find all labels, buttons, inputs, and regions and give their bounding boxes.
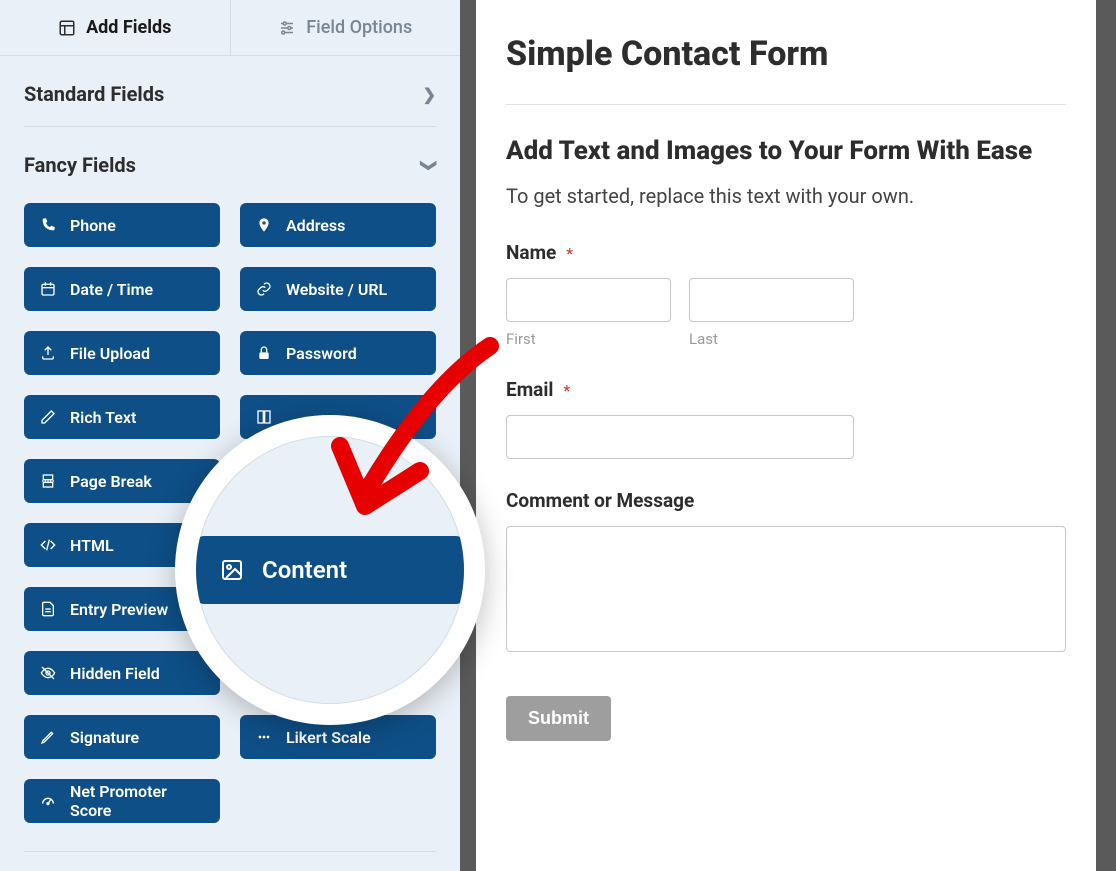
field-likert-label: Likert Scale (286, 728, 371, 747)
email-field-block: Email * (506, 378, 1066, 459)
form-title: Simple Contact Form (506, 34, 1066, 105)
form-preview: Simple Contact Form Add Text and Images … (476, 0, 1096, 871)
name-label: Name (506, 241, 556, 264)
field-file-upload-label: File Upload (70, 344, 150, 363)
field-address[interactable]: Address (240, 203, 436, 247)
section-divider (24, 851, 436, 852)
phone-icon (40, 217, 56, 233)
field-hidden-label: Hidden Field (70, 664, 160, 683)
submit-button[interactable]: Submit (506, 696, 611, 741)
email-label: Email (506, 378, 553, 401)
field-rich-text[interactable]: Rich Text (24, 395, 220, 439)
code-icon (40, 537, 56, 553)
comment-label: Comment or Message (506, 489, 1066, 512)
section-fancy-title: Fancy Fields (24, 153, 136, 177)
content-block-heading: Add Text and Images to Your Form With Ea… (506, 135, 1066, 168)
link-icon (256, 281, 272, 297)
section-fancy-fields[interactable]: Fancy Fields ❯ (24, 127, 436, 197)
last-name-input[interactable] (689, 278, 854, 322)
first-name-input[interactable] (506, 278, 671, 322)
field-website[interactable]: Website / URL (240, 267, 436, 311)
comment-field-block: Comment or Message (506, 489, 1066, 656)
field-website-label: Website / URL (286, 280, 387, 299)
sliders-icon (278, 19, 296, 37)
field-page-break-label: Page Break (70, 472, 152, 491)
name-field-block: Name * First Last (506, 241, 1066, 348)
field-password-label: Password (286, 344, 357, 363)
field-datetime[interactable]: Date / Time (24, 267, 220, 311)
tab-add-fields[interactable]: Add Fields (0, 0, 230, 55)
required-marker: * (563, 381, 570, 400)
field-html-label: HTML (70, 536, 114, 555)
form-preview-pane: Simple Contact Form Add Text and Images … (466, 0, 1116, 871)
chevron-down-icon: ❯ (420, 158, 439, 171)
email-input[interactable] (506, 415, 854, 459)
tab-add-fields-label: Add Fields (86, 17, 171, 38)
required-marker: * (566, 244, 573, 263)
field-phone[interactable]: Phone (24, 203, 220, 247)
page-break-icon (40, 473, 56, 489)
field-nps-label: Net Promoter Score (70, 782, 204, 820)
section-standard-fields[interactable]: Standard Fields ❯ (24, 56, 436, 127)
tab-field-options[interactable]: Field Options (230, 0, 461, 55)
field-page-break[interactable]: Page Break (24, 459, 220, 503)
field-signature-label: Signature (70, 728, 139, 747)
comment-textarea[interactable] (506, 526, 1066, 652)
chevron-right-icon: ❯ (423, 85, 436, 104)
map-pin-icon (256, 217, 272, 233)
sidebar-tabs: Add Fields Field Options (0, 0, 460, 56)
gauge-icon (40, 793, 56, 809)
field-datetime-label: Date / Time (70, 280, 153, 299)
field-address-label: Address (286, 216, 345, 235)
field-password[interactable]: Password (240, 331, 436, 375)
columns-icon (256, 409, 272, 425)
tab-field-options-label: Field Options (306, 17, 412, 38)
grid-icon (256, 729, 272, 745)
calendar-icon (40, 281, 56, 297)
field-content-magnified-label: Content (262, 556, 347, 584)
content-block-text: To get started, replace this text with y… (506, 182, 1066, 211)
field-file-upload[interactable]: File Upload (24, 331, 220, 375)
image-icon (220, 558, 244, 582)
field-content-magnified[interactable]: Content (196, 536, 464, 604)
pencil-icon (40, 729, 56, 745)
field-phone-label: Phone (70, 216, 116, 235)
first-name-sublabel: First (506, 330, 671, 348)
upload-icon (40, 345, 56, 361)
file-text-icon (40, 601, 56, 617)
field-nps[interactable]: Net Promoter Score (24, 779, 220, 823)
field-hidden[interactable]: Hidden Field (24, 651, 220, 695)
field-rich-text-label: Rich Text (70, 408, 136, 427)
lock-icon (256, 345, 272, 361)
layout-icon (58, 19, 76, 37)
magnifier-overlay: Content (175, 415, 485, 725)
eye-off-icon (40, 665, 56, 681)
last-name-sublabel: Last (689, 330, 854, 348)
magnifier-inner: Content (196, 436, 464, 704)
section-standard-title: Standard Fields (24, 82, 164, 106)
edit-icon (40, 409, 56, 425)
content-block: Add Text and Images to Your Form With Ea… (506, 135, 1066, 211)
field-entry-preview-label: Entry Preview (70, 600, 168, 619)
field-signature[interactable]: Signature (24, 715, 220, 759)
